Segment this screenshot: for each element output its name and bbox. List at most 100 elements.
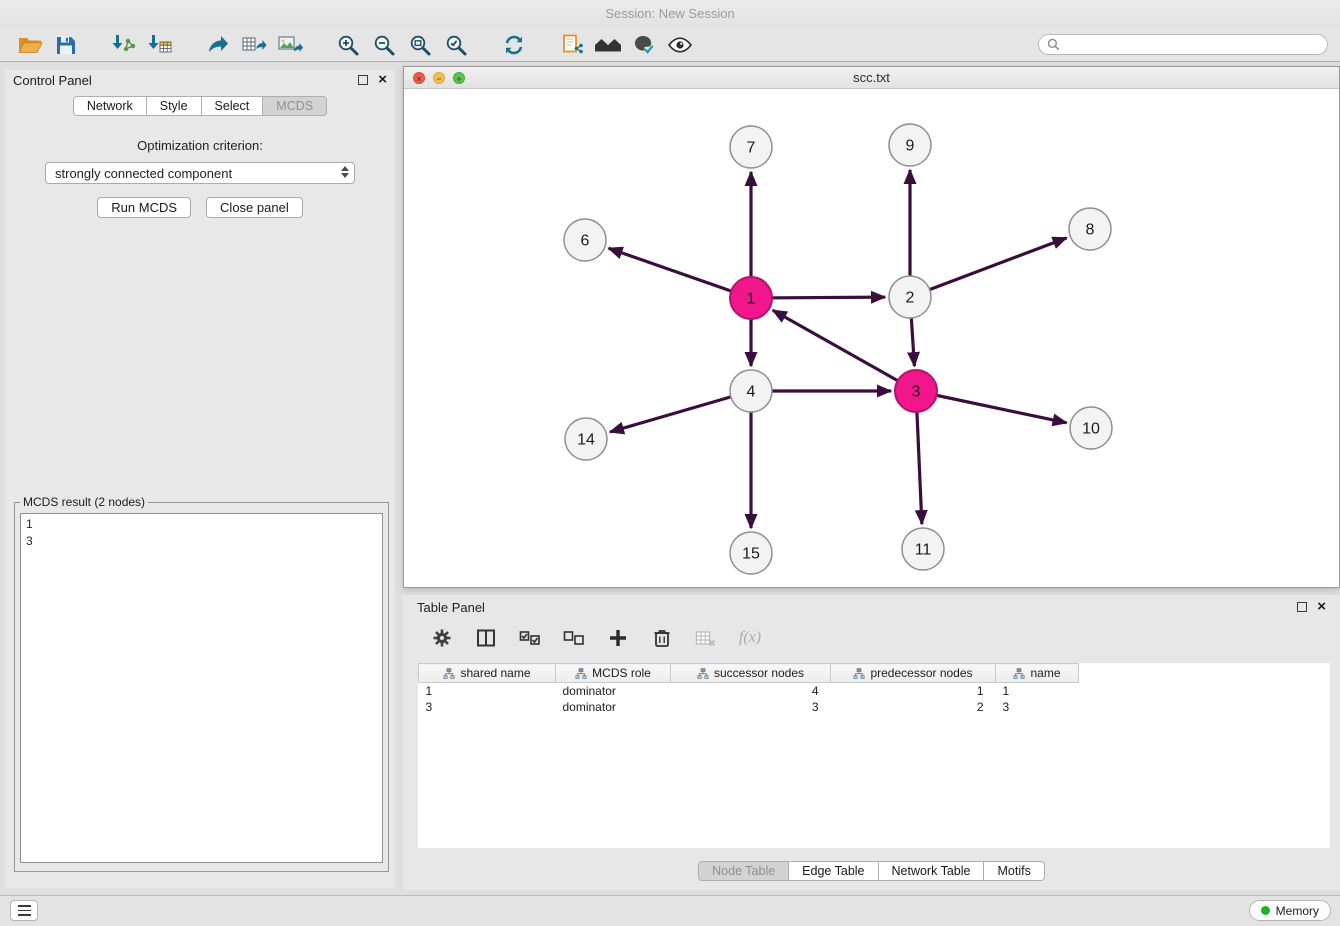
- zoom-fit-button[interactable]: [402, 30, 438, 60]
- show-columns-button[interactable]: [472, 623, 500, 653]
- column-header-predecessor-nodes[interactable]: predecessor nodes: [831, 664, 996, 683]
- refresh-view-button[interactable]: [496, 30, 532, 60]
- delete-table-button: [692, 623, 720, 653]
- optimization-criterion-select[interactable]: strongly connected component: [45, 162, 355, 184]
- table-panel-header: Table Panel ×: [403, 595, 1340, 619]
- tab-network-table[interactable]: Network Table: [878, 861, 985, 881]
- table-row[interactable]: 1dominator411: [419, 683, 1079, 699]
- graph-edge-2-8[interactable]: [910, 238, 1067, 297]
- close-panel-button[interactable]: Close panel: [206, 197, 303, 218]
- control-panel-header: Control Panel ×: [5, 70, 395, 90]
- graph-node-label: 14: [577, 432, 595, 449]
- graph-node-label: 3: [912, 384, 921, 401]
- deselect-all-button[interactable]: [560, 623, 588, 653]
- tab-select[interactable]: Select: [201, 96, 264, 116]
- graph-node-label: 1: [747, 291, 756, 308]
- search-input[interactable]: [1065, 38, 1319, 52]
- graph-edge-3-10[interactable]: [916, 391, 1067, 423]
- tab-style[interactable]: Style: [146, 96, 202, 116]
- mcds-result-list: 1 3: [20, 513, 383, 863]
- float-window-icon[interactable]: [358, 75, 368, 85]
- import-table-button[interactable]: [142, 30, 178, 60]
- toggle-visibility-button[interactable]: [662, 30, 698, 60]
- open-file-button[interactable]: [12, 30, 48, 60]
- memory-status-icon: [1261, 906, 1270, 915]
- columns-icon: [476, 628, 496, 648]
- main-toolbar: [0, 28, 1340, 62]
- node-table-container: shared name MCDS role successor nodes pr…: [418, 663, 1330, 848]
- search-field[interactable]: [1038, 34, 1328, 55]
- table-close-icon[interactable]: ×: [1317, 600, 1326, 614]
- tab-edge-table[interactable]: Edge Table: [788, 861, 878, 881]
- node-table: shared name MCDS role successor nodes pr…: [418, 663, 1079, 715]
- delete-column-button[interactable]: [648, 623, 676, 653]
- graph-node-label: 8: [1086, 222, 1095, 239]
- add-column-button[interactable]: [604, 623, 632, 653]
- minimize-window-icon[interactable]: [433, 72, 445, 84]
- close-window-icon[interactable]: [413, 72, 425, 84]
- table-settings-button[interactable]: [428, 623, 456, 653]
- toolbar-group-file: [12, 30, 84, 60]
- tab-node-table[interactable]: Node Table: [698, 861, 789, 881]
- graph-node-label: 15: [742, 546, 760, 563]
- graph-node-label: 2: [906, 290, 915, 307]
- refresh-icon: [502, 33, 526, 57]
- apply-style-button[interactable]: [626, 30, 662, 60]
- dropdown-selected-value: strongly connected component: [55, 166, 232, 181]
- mcds-result-title: MCDS result (2 nodes): [20, 495, 148, 509]
- tab-network[interactable]: Network: [73, 96, 147, 116]
- zoom-selected-button[interactable]: [438, 30, 474, 60]
- zoom-fit-icon: [408, 33, 432, 57]
- run-mcds-button[interactable]: Run MCDS: [97, 197, 191, 218]
- control-panel-title: Control Panel: [13, 73, 92, 88]
- plus-icon: [608, 628, 628, 648]
- table-panel-tabs: Node Table Edge Table Network Table Moti…: [403, 861, 1340, 881]
- memory-button[interactable]: Memory: [1249, 900, 1331, 921]
- export-network-button[interactable]: [200, 30, 236, 60]
- show-panels-button[interactable]: [10, 900, 38, 921]
- table-cell: 1: [831, 683, 996, 699]
- toolbar-group-refresh: [496, 30, 532, 60]
- zoom-selected-icon: [444, 33, 468, 57]
- graph-node-label: 6: [581, 233, 590, 250]
- trash-icon: [653, 628, 671, 648]
- column-header-name[interactable]: name: [996, 664, 1079, 683]
- toolbar-group-import: [106, 30, 178, 60]
- copy-view-button[interactable]: [554, 30, 590, 60]
- deselect-all-icon: [563, 628, 585, 648]
- column-header-mcds-role[interactable]: MCDS role: [556, 664, 671, 683]
- select-all-button[interactable]: [516, 623, 544, 653]
- neighbors-icon: [594, 33, 622, 57]
- export-image-button[interactable]: [272, 30, 308, 60]
- maximize-window-icon[interactable]: [453, 72, 465, 84]
- control-panel: Control Panel × Network Style Select MCD…: [5, 70, 395, 888]
- zoom-out-icon: [372, 33, 396, 57]
- graph-edge-4-14[interactable]: [610, 391, 751, 432]
- column-header-successor-nodes[interactable]: successor nodes: [671, 664, 831, 683]
- zoom-in-button[interactable]: [330, 30, 366, 60]
- table-float-window-icon[interactable]: [1297, 602, 1307, 612]
- network-canvas[interactable]: 7968124314101511: [404, 89, 1339, 587]
- table-cell: 3: [996, 699, 1079, 715]
- table-cell: 3: [419, 699, 556, 715]
- save-session-button[interactable]: [48, 30, 84, 60]
- table-row[interactable]: 3dominator323: [419, 699, 1079, 715]
- tab-mcds[interactable]: MCDS: [262, 96, 327, 116]
- export-network-icon: [206, 33, 230, 57]
- list-icon: [18, 905, 31, 907]
- zoom-out-button[interactable]: [366, 30, 402, 60]
- graph-edge-3-1[interactable]: [773, 310, 916, 391]
- first-neighbors-button[interactable]: [590, 30, 626, 60]
- column-header-shared-name[interactable]: shared name: [419, 664, 556, 683]
- import-network-icon: [111, 33, 137, 57]
- import-network-button[interactable]: [106, 30, 142, 60]
- tab-motifs[interactable]: Motifs: [983, 861, 1044, 881]
- network-graph[interactable]: 7968124314101511: [404, 89, 1339, 587]
- mcds-result-fieldset: MCDS result (2 nodes) 1 3: [14, 495, 389, 872]
- close-panel-icon[interactable]: ×: [378, 73, 387, 87]
- graph-node-label: 7: [747, 140, 756, 157]
- graph-node-label: 10: [1082, 421, 1100, 438]
- export-table-button[interactable]: [236, 30, 272, 60]
- table-header-row: shared name MCDS role successor nodes pr…: [419, 664, 1079, 683]
- graph-edge-1-6[interactable]: [609, 248, 751, 298]
